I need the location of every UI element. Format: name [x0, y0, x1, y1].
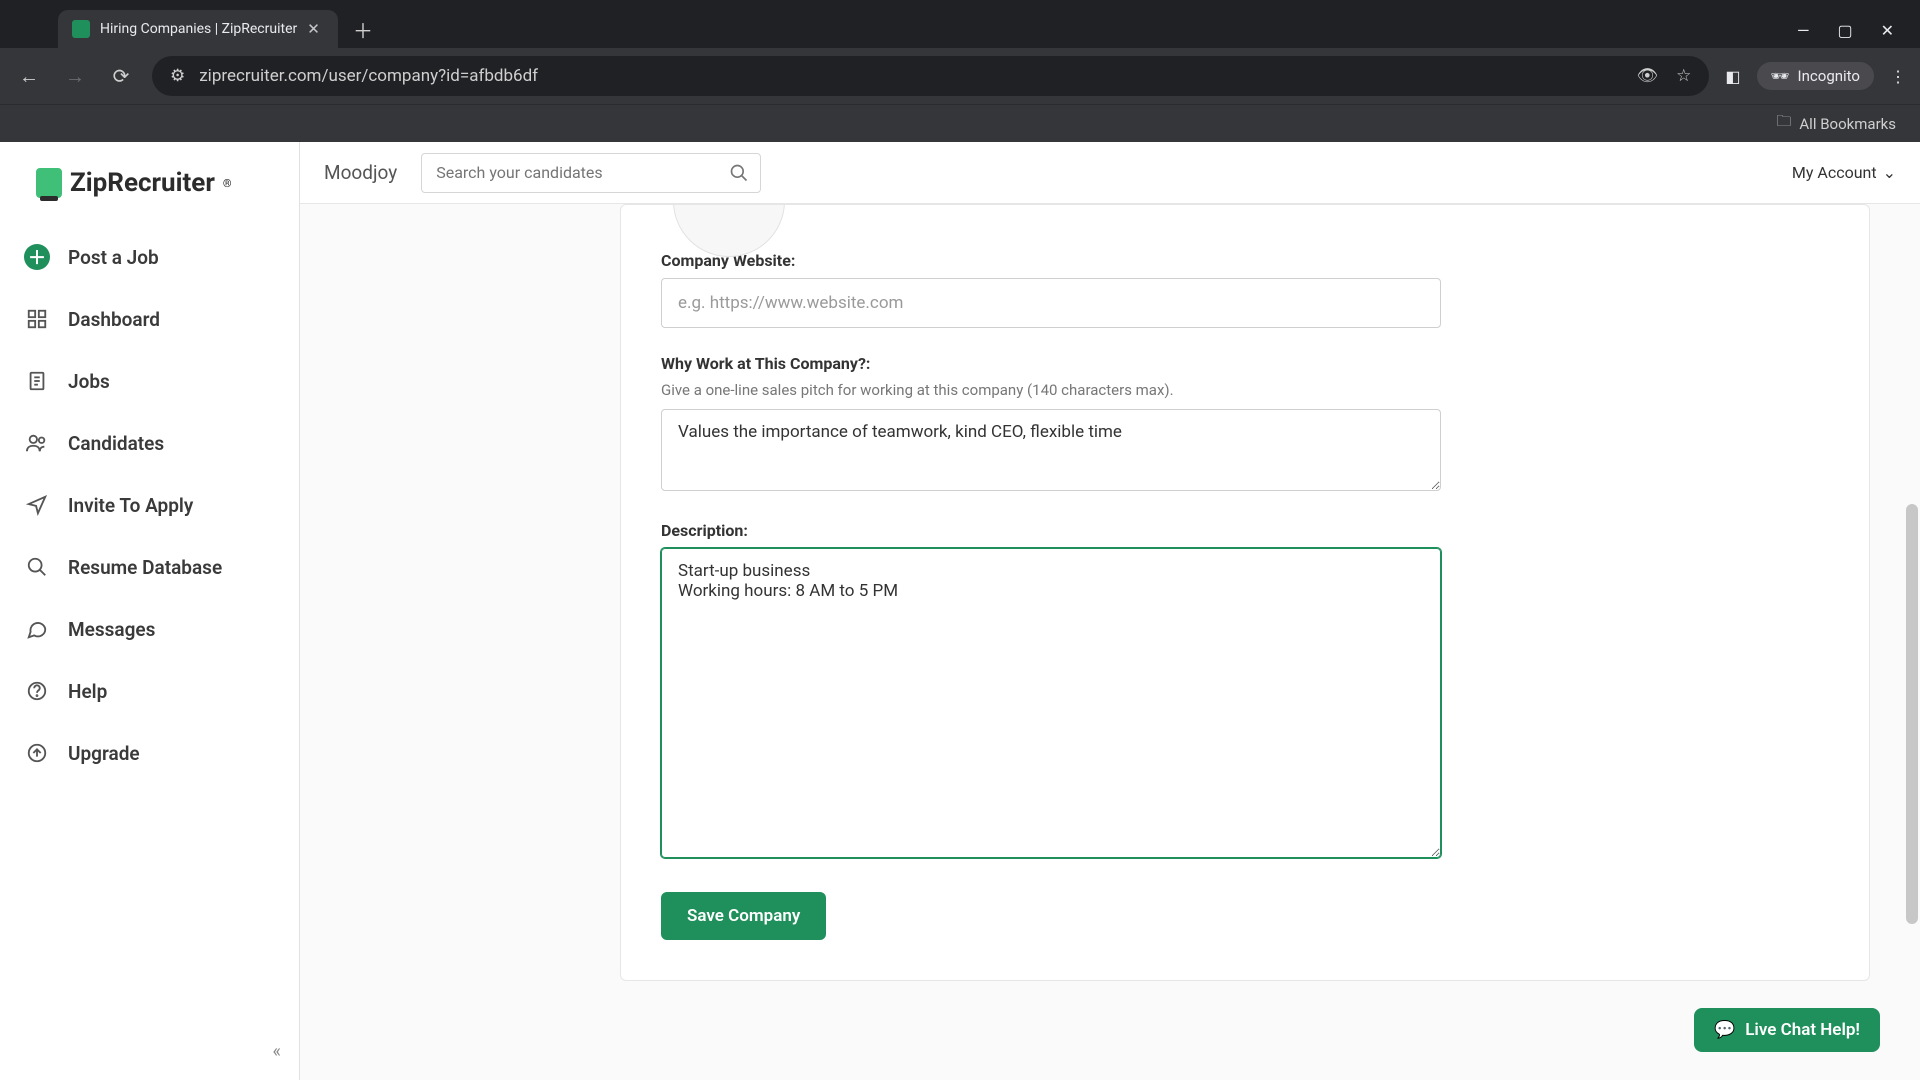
back-button[interactable]: ←: [14, 61, 44, 91]
sidebar-item-jobs[interactable]: Jobs: [0, 350, 299, 412]
search-icon: [24, 554, 50, 580]
field-why-work: Why Work at This Company?: Give a one-li…: [661, 354, 1829, 495]
scrollbar-vertical[interactable]: [1904, 204, 1918, 1080]
live-chat-button[interactable]: 💬 Live Chat Help!: [1694, 1008, 1880, 1052]
reload-button[interactable]: ⟳: [106, 61, 136, 91]
tab-title: Hiring Companies | ZipRecruiter: [100, 21, 297, 37]
why-work-textarea[interactable]: [661, 409, 1441, 491]
description-textarea[interactable]: [661, 548, 1441, 858]
sidebar-item-label: Dashboard: [68, 308, 160, 331]
sidebar-item-invite[interactable]: Invite To Apply: [0, 474, 299, 536]
sidebar-item-label: Upgrade: [68, 742, 140, 765]
window-controls: — ▢ ✕: [1797, 21, 1912, 40]
sidebar-item-help[interactable]: Help: [0, 660, 299, 722]
chat-icon: [24, 616, 50, 642]
breadcrumb[interactable]: Moodjoy: [324, 161, 397, 184]
sidebar: ZipRecruiter® ＋ Post a Job Dashboard Job…: [0, 142, 300, 1080]
kebab-menu-icon[interactable]: ⋮: [1890, 67, 1906, 86]
bookmarks-bar: 🗀 All Bookmarks: [0, 104, 1920, 142]
search-wrap: [421, 153, 761, 193]
chevron-down-icon: ⌄: [1883, 163, 1896, 182]
folder-icon: 🗀: [1776, 111, 1791, 136]
favicon-icon: [72, 20, 90, 38]
field-label: Description:: [661, 521, 1829, 540]
incognito-badge[interactable]: 🕶 Incognito: [1757, 62, 1875, 90]
app-root: ZipRecruiter® ＋ Post a Job Dashboard Job…: [0, 142, 1920, 1080]
sidebar-item-label: Post a Job: [68, 246, 159, 269]
incognito-icon: 🕶: [1771, 67, 1790, 85]
chat-bubble-icon: 💬: [1714, 1020, 1735, 1040]
sidebar-item-label: Resume Database: [68, 556, 222, 579]
field-hint: Give a one-line sales pitch for working …: [661, 381, 1829, 399]
url-text: ziprecruiter.com/user/company?id=afbdb6d…: [199, 66, 538, 86]
sidebar-item-upgrade[interactable]: Upgrade: [0, 722, 299, 784]
sidebar-item-label: Jobs: [68, 370, 110, 393]
side-panel-icon[interactable]: ◧: [1725, 67, 1740, 86]
sidebar-item-label: Candidates: [68, 432, 164, 455]
content-scroll: Company Website: Why Work at This Compan…: [300, 204, 1920, 1080]
sidebar-item-messages[interactable]: Messages: [0, 598, 299, 660]
field-company-website: Company Website:: [661, 251, 1829, 328]
sidebar-item-label: Messages: [68, 618, 155, 641]
browser-tab[interactable]: Hiring Companies | ZipRecruiter ✕: [58, 10, 338, 48]
all-bookmarks-link[interactable]: 🗀 All Bookmarks: [1776, 111, 1896, 136]
live-chat-label: Live Chat Help!: [1745, 1020, 1860, 1040]
logo-icon: [36, 168, 62, 198]
main-area: Moodjoy My Account ⌄ Company Website:: [300, 142, 1920, 1080]
address-bar[interactable]: ⚙ ziprecruiter.com/user/company?id=afbdb…: [152, 56, 1709, 96]
brand-name: ZipRecruiter: [70, 168, 215, 198]
people-icon: [24, 430, 50, 456]
sidebar-item-label: Help: [68, 680, 107, 703]
sidebar-item-candidates[interactable]: Candidates: [0, 412, 299, 474]
sidebar-nav: ＋ Post a Job Dashboard Jobs Candidates I…: [0, 226, 299, 784]
sidebar-item-resume-db[interactable]: Resume Database: [0, 536, 299, 598]
all-bookmarks-label: All Bookmarks: [1799, 115, 1896, 133]
close-window-icon[interactable]: ✕: [1881, 21, 1894, 40]
sidebar-item-label: Invite To Apply: [68, 494, 193, 517]
forward-button[interactable]: →: [60, 61, 90, 91]
company-avatar: [661, 205, 1829, 225]
site-info-icon[interactable]: ⚙: [170, 66, 185, 86]
brand-logo[interactable]: ZipRecruiter®: [0, 162, 299, 226]
new-tab-button[interactable]: ＋: [348, 14, 378, 44]
company-website-input[interactable]: [661, 278, 1441, 328]
tab-bar: Hiring Companies | ZipRecruiter ✕ ＋ — ▢ …: [0, 0, 1920, 48]
field-label: Company Website:: [661, 251, 1829, 270]
field-label: Why Work at This Company?:: [661, 354, 1829, 373]
topbar: Moodjoy My Account ⌄: [300, 142, 1920, 204]
search-button[interactable]: [725, 159, 753, 187]
search-input[interactable]: [421, 153, 761, 193]
scrollbar-thumb[interactable]: [1906, 504, 1918, 924]
upgrade-icon: [24, 740, 50, 766]
plus-circle-icon: ＋: [24, 244, 50, 270]
sidebar-item-dashboard[interactable]: Dashboard: [0, 288, 299, 350]
send-icon: [24, 492, 50, 518]
grid-icon: [24, 306, 50, 332]
star-icon[interactable]: ☆: [1676, 66, 1691, 86]
account-menu[interactable]: My Account ⌄: [1792, 163, 1896, 182]
save-company-button[interactable]: Save Company: [661, 892, 826, 940]
minimize-icon[interactable]: —: [1797, 21, 1810, 40]
sidebar-item-post-job[interactable]: ＋ Post a Job: [0, 226, 299, 288]
collapse-sidebar-button[interactable]: «: [273, 1041, 281, 1062]
address-row: ← → ⟳ ⚙ ziprecruiter.com/user/company?id…: [0, 48, 1920, 104]
company-form-card: Company Website: Why Work at This Compan…: [620, 204, 1870, 981]
browser-chrome: Hiring Companies | ZipRecruiter ✕ ＋ — ▢ …: [0, 0, 1920, 142]
maximize-icon[interactable]: ▢: [1837, 21, 1852, 40]
eye-off-icon[interactable]: 👁: [1637, 66, 1659, 86]
close-icon[interactable]: ✕: [307, 20, 320, 38]
field-description: Description:: [661, 521, 1829, 862]
document-icon: [24, 368, 50, 394]
account-label: My Account: [1792, 163, 1877, 182]
incognito-label: Incognito: [1798, 67, 1860, 85]
help-icon: [24, 678, 50, 704]
